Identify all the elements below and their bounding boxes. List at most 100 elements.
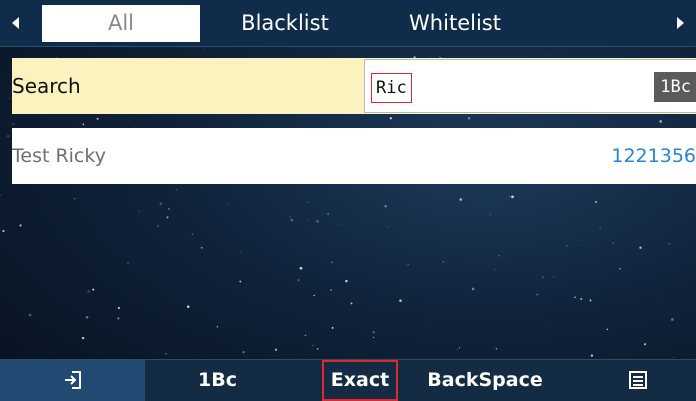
backspace-button[interactable]: BackSpace <box>400 360 570 401</box>
menu-icon <box>629 371 647 389</box>
star <box>299 266 303 270</box>
star <box>191 233 193 235</box>
star <box>274 348 278 351</box>
softkey-bar: 1Bc Exact BackSpace <box>0 359 696 401</box>
star <box>331 326 334 329</box>
star <box>156 225 159 228</box>
star <box>612 242 614 244</box>
star <box>176 189 177 191</box>
star <box>172 192 173 194</box>
star <box>117 306 121 310</box>
tab-whitelist[interactable]: Whitelist <box>370 0 540 46</box>
star <box>0 194 1 196</box>
star <box>290 219 293 222</box>
star <box>599 227 601 229</box>
star <box>242 350 245 354</box>
star <box>289 216 291 218</box>
star <box>668 243 670 245</box>
star <box>542 276 544 278</box>
star <box>200 246 203 249</box>
star <box>313 294 315 297</box>
exit-button[interactable] <box>0 360 145 401</box>
star <box>12 122 15 125</box>
star <box>165 352 167 355</box>
star <box>186 305 190 308</box>
star <box>606 328 608 331</box>
menu-button[interactable] <box>580 360 696 401</box>
exit-icon <box>64 371 81 389</box>
star <box>670 318 674 321</box>
star <box>399 299 402 303</box>
star <box>127 262 129 264</box>
star <box>19 224 22 227</box>
star <box>28 313 32 317</box>
star <box>316 347 319 350</box>
search-row[interactable]: Search Ric 1Bc <box>12 58 696 114</box>
star <box>297 279 300 282</box>
star <box>459 347 461 349</box>
star <box>594 200 598 204</box>
star <box>92 288 95 291</box>
star <box>340 223 342 225</box>
star <box>81 336 85 340</box>
star <box>227 203 229 205</box>
star <box>372 331 376 334</box>
star <box>203 49 205 50</box>
star <box>308 219 309 221</box>
search-input-value: Ric <box>371 73 412 103</box>
star <box>459 198 463 201</box>
tab-all[interactable]: All <box>42 5 200 42</box>
star <box>639 246 642 249</box>
tab-scroll-left-icon[interactable] <box>0 0 32 46</box>
star <box>553 276 555 278</box>
star <box>590 354 594 357</box>
star <box>660 302 662 303</box>
star <box>117 317 120 320</box>
star <box>384 205 387 208</box>
star <box>7 135 10 138</box>
star <box>308 202 309 203</box>
tab-blacklist[interactable]: Blacklist <box>200 0 370 46</box>
star <box>350 302 353 305</box>
star <box>167 207 170 210</box>
star <box>216 325 219 328</box>
contact-number: 1221356 <box>611 145 696 167</box>
star <box>467 117 471 120</box>
input-mode-button[interactable]: 1Bc <box>145 360 290 401</box>
star <box>312 344 314 347</box>
star <box>489 214 491 215</box>
star <box>589 299 592 302</box>
star <box>389 117 392 120</box>
search-input[interactable]: Ric 1Bc <box>364 59 696 113</box>
star <box>166 216 169 219</box>
contact-list-item[interactable]: Test Ricky 1221356 <box>12 128 696 184</box>
star <box>239 280 242 283</box>
star <box>673 356 675 358</box>
star <box>511 195 514 199</box>
star <box>53 352 55 353</box>
contact-name: Test Ricky <box>12 145 106 167</box>
star <box>643 343 647 346</box>
exact-button[interactable]: Exact <box>322 360 398 401</box>
star <box>87 290 90 293</box>
star <box>316 220 319 223</box>
star <box>574 296 576 299</box>
tab-bar: All Blacklist Whitelist <box>0 0 696 47</box>
star <box>667 205 669 207</box>
star <box>82 123 85 126</box>
star <box>171 301 173 303</box>
star <box>580 297 583 300</box>
star <box>129 121 131 122</box>
star <box>386 226 388 228</box>
star <box>2 229 5 233</box>
star <box>442 261 444 263</box>
star <box>159 202 163 206</box>
star <box>73 197 76 200</box>
star <box>85 316 89 319</box>
star <box>621 227 623 228</box>
star <box>619 268 621 270</box>
star <box>566 244 568 247</box>
tab-scroll-right-icon[interactable] <box>664 0 696 46</box>
star <box>659 120 662 123</box>
star <box>239 251 241 253</box>
